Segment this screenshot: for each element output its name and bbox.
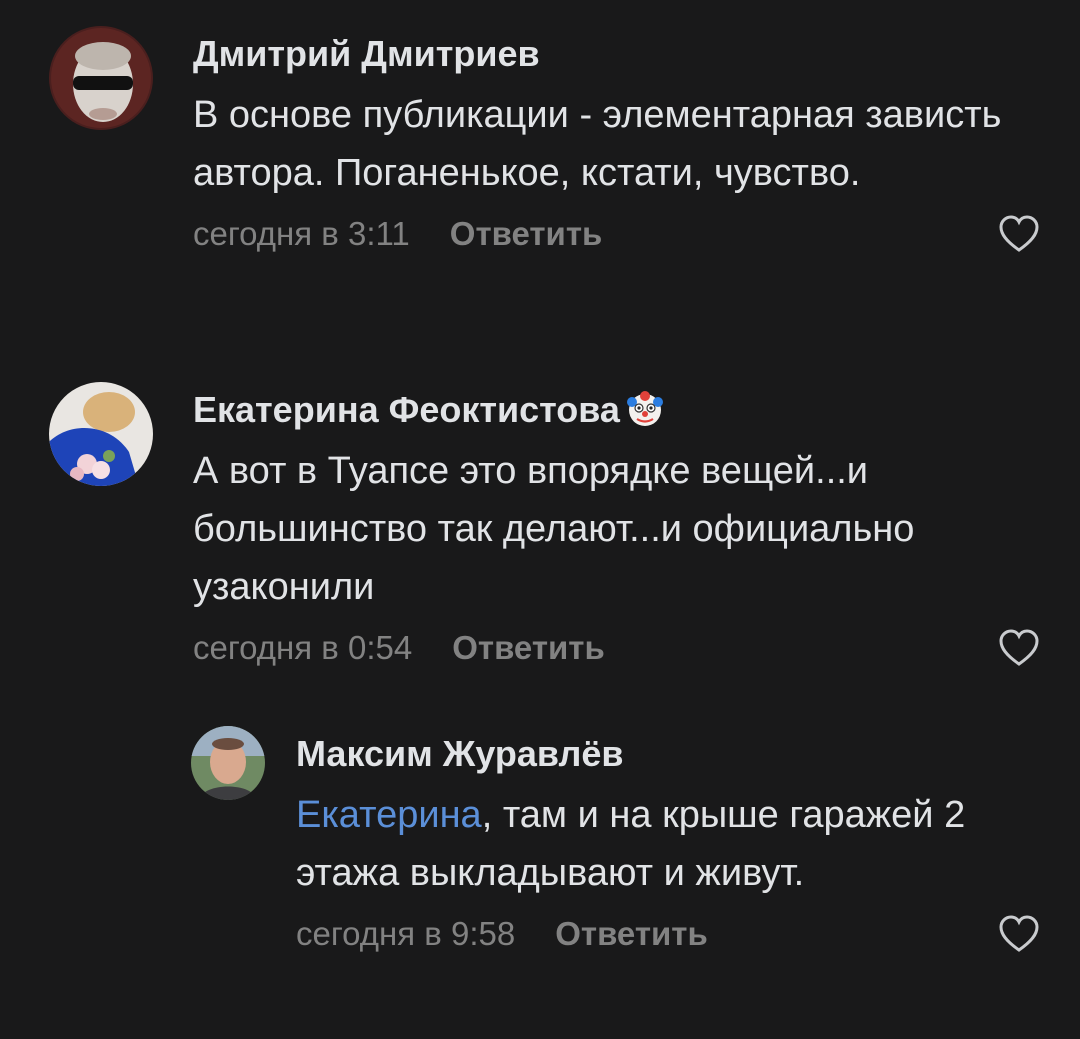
comment-timestamp: сегодня в 3:11 (193, 215, 410, 252)
comment-item: Екатерина Феоктистова А вот в Туапсе это… (0, 378, 1080, 678)
avatar[interactable] (191, 726, 265, 800)
heart-outline-icon[interactable] (998, 628, 1040, 668)
comment-meta: сегодня в 9:58 Ответить (296, 912, 1040, 956)
avatar[interactable] (49, 26, 153, 130)
comment-author[interactable]: Дмитрий Дмитриев (193, 32, 1040, 76)
comment-author[interactable]: Екатерина Феоктистова (193, 388, 1040, 432)
comment-item: Дмитрий Дмитриев В основе публикации - э… (0, 22, 1080, 322)
reply-button[interactable]: Ответить (450, 215, 603, 252)
reply-button[interactable]: Ответить (555, 915, 708, 952)
comment-meta: сегодня в 3:11 Ответить (193, 212, 1040, 256)
author-name: Екатерина Феоктистова (193, 389, 620, 430)
comment-meta: сегодня в 0:54 Ответить (193, 626, 1040, 670)
avatar[interactable] (49, 382, 153, 486)
mention-link[interactable]: Екатерина (296, 794, 482, 836)
avatar-photo (191, 726, 265, 800)
avatar-photo (49, 26, 153, 130)
comment-text: А вот в Туапсе это впорядке вещей...и бо… (193, 450, 915, 608)
comment-text: В основе публикации - элементарная завис… (193, 94, 1002, 194)
comment-author[interactable]: Максим Журавлёв (296, 732, 1040, 776)
clown-face-icon (626, 390, 664, 428)
reply-button[interactable]: Ответить (452, 629, 605, 666)
reply-comment-item: Максим Журавлёв Екатерина, там и на крыш… (0, 722, 1080, 1022)
comment-timestamp: сегодня в 0:54 (193, 629, 413, 666)
avatar-photo (49, 382, 153, 486)
comment-timestamp: сегодня в 9:58 (296, 915, 516, 952)
heart-outline-icon[interactable] (998, 914, 1040, 954)
heart-outline-icon[interactable] (998, 214, 1040, 254)
comment-text: Екатерина, там и на крыше гаражей 2 этаж… (296, 786, 1040, 902)
